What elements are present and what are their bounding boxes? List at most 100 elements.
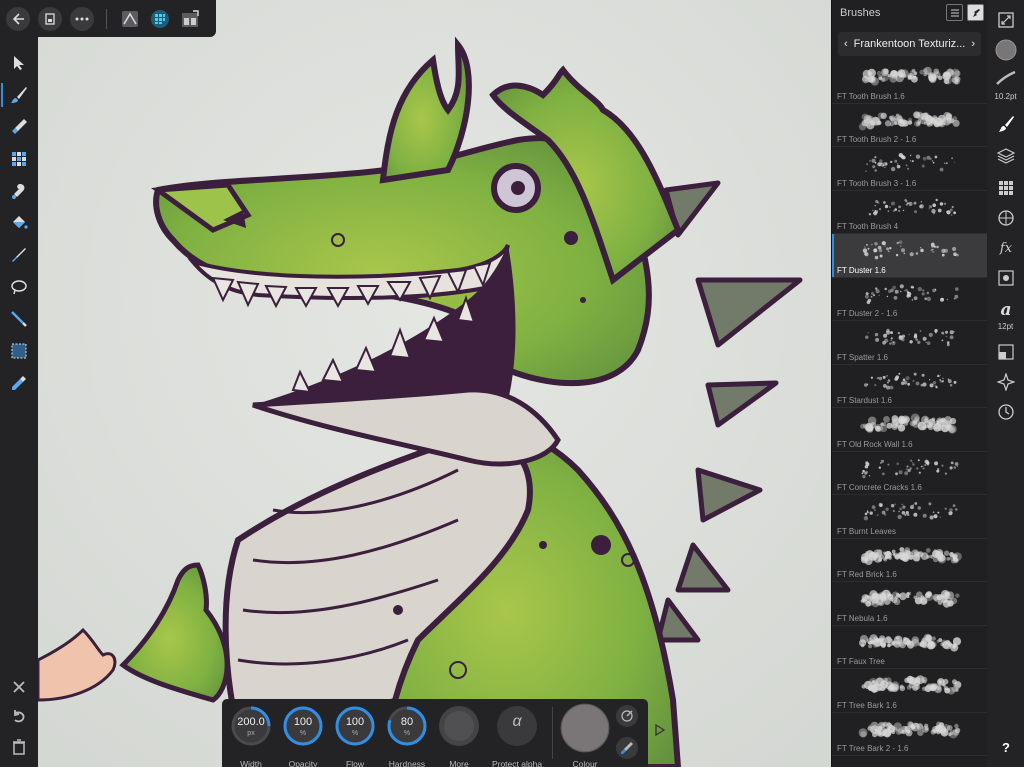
hardness-unit: %	[403, 730, 411, 737]
brush-stroke-preview	[862, 66, 961, 86]
pin-icon[interactable]	[967, 4, 984, 21]
drawing-canvas[interactable]	[38, 0, 831, 767]
more-control[interactable]: More	[434, 703, 484, 767]
brush-name: FT Stardust 1.6	[837, 396, 892, 405]
chevron-right-icon[interactable]: ›	[971, 38, 975, 50]
swatches-grid-icon[interactable]	[994, 176, 1018, 200]
opacity-control[interactable]: 100 % Opacity	[278, 703, 328, 767]
back-arrow-icon[interactable]	[6, 6, 30, 31]
brush-item[interactable]: FT Tooth Brush 1.6	[832, 60, 987, 104]
help-icon[interactable]: ?	[994, 735, 1018, 759]
brush-item[interactable]: FT Spatter 1.6	[832, 321, 987, 365]
layers-icon[interactable]	[994, 144, 1018, 168]
colour-picker-icon[interactable]	[616, 737, 638, 759]
hardness-control[interactable]: 80 % Hardness	[382, 703, 432, 767]
hardness-value: 80	[400, 716, 414, 728]
top-toolbar	[0, 0, 216, 37]
brush-name: FT Duster 2 - 1.6	[837, 309, 898, 318]
panel-title: Brushes	[840, 7, 881, 19]
compass-icon[interactable]	[994, 370, 1018, 394]
chevron-left-icon[interactable]: ‹	[844, 38, 848, 50]
brush-stroke-preview	[861, 458, 959, 478]
width-control[interactable]: 200.0 px Width	[226, 703, 276, 767]
colour-swatch-icon[interactable]	[994, 38, 1018, 62]
brush-item[interactable]: FT Tree Bark 1.6	[832, 669, 987, 713]
export-persona-icon[interactable]	[179, 8, 201, 30]
text-style-icon[interactable]: a	[994, 298, 1018, 322]
brushes-panel: Brushes ‹ Frankentoon Texturiz... › FT T…	[831, 0, 987, 767]
protect-alpha-control[interactable]: α Protect alpha	[492, 703, 542, 767]
adjustments-icon[interactable]	[994, 206, 1018, 230]
flow-control[interactable]: 100 % Flow	[330, 703, 380, 767]
eyedropper-icon[interactable]	[7, 371, 31, 395]
context-separator	[552, 707, 553, 759]
brush-category-selector[interactable]: ‹ Frankentoon Texturiz... ›	[838, 32, 981, 56]
category-label: Frankentoon Texturiz...	[853, 38, 966, 50]
brush-modifier-icon[interactable]	[616, 705, 638, 727]
erase-brush-icon[interactable]	[7, 115, 31, 139]
brush-stroke-preview	[860, 546, 962, 565]
brush-name: FT Tooth Brush 2 - 1.6	[837, 135, 917, 144]
colour-control[interactable]: Colour	[560, 703, 610, 767]
colour-label: Colour	[572, 759, 598, 767]
transform-icon[interactable]	[994, 340, 1018, 364]
brush-name: FT Tooth Brush 1.6	[837, 91, 905, 101]
brush-stroke-preview	[862, 240, 959, 260]
freehand-selection-icon[interactable]	[7, 275, 31, 299]
brush-item[interactable]: FT Nebula 1.6	[832, 582, 987, 626]
color-picker-brush-icon[interactable]	[7, 243, 31, 267]
brush-name: FT Tooth Brush 4	[837, 222, 899, 231]
undo-icon[interactable]	[7, 705, 31, 729]
protect-alpha-label: Protect alpha	[491, 759, 543, 767]
brush-stroke-icon[interactable]	[994, 66, 1018, 90]
close-icon[interactable]	[7, 675, 31, 699]
toolbar-separator	[106, 8, 107, 29]
brush-item[interactable]: FT Tooth Brush 4	[832, 191, 987, 234]
flood-fill-icon[interactable]	[7, 211, 31, 235]
brush-item[interactable]: FT Duster 2 - 1.6	[832, 278, 987, 321]
trash-icon[interactable]	[7, 735, 31, 759]
photo-persona-icon[interactable]	[119, 8, 141, 30]
context-toolbar: 200.0 px Width 100 % Opacity 100 % Flow …	[222, 699, 648, 767]
brush-studio-icon[interactable]	[994, 112, 1018, 136]
brush-item[interactable]: FT Faux Tree	[832, 626, 987, 669]
pixel-persona-icon[interactable]	[149, 8, 171, 30]
brush-item[interactable]: FT Burnt Leaves	[832, 495, 987, 539]
brush-item[interactable]: FT Tree Bark 2 - 1.6	[832, 713, 987, 756]
brush-item[interactable]: FT Red Brick 1.6	[832, 539, 987, 582]
brush-item[interactable]: FT Tooth Brush 3 - 1.6	[832, 147, 987, 191]
history-icon[interactable]	[994, 400, 1018, 424]
brush-name: FT Tree Bark 1.6	[837, 700, 897, 710]
move-tool-icon[interactable]	[7, 51, 31, 75]
paint-brush-icon[interactable]	[1, 83, 31, 107]
opacity-unit: %	[299, 730, 307, 737]
brush-item[interactable]: FT Tooth Brush 2 - 1.6	[832, 104, 987, 147]
brush-item[interactable]: FT Old Rock Wall 1.6	[832, 408, 987, 452]
assets-icon[interactable]	[994, 266, 1018, 290]
fx-icon[interactable]: fx	[994, 236, 1018, 260]
selection-brush-icon[interactable]	[7, 307, 31, 331]
brush-stroke-preview	[864, 372, 957, 390]
expand-arrow-icon[interactable]	[654, 724, 666, 736]
brush-name: FT Red Brick 1.6	[837, 570, 897, 579]
brush-stroke-preview	[861, 675, 962, 695]
brush-name: FT Concrete Cracks 1.6	[837, 483, 922, 492]
brush-name: FT Faux Tree	[837, 657, 885, 666]
brush-stroke-preview	[865, 328, 955, 347]
brush-stroke-preview	[860, 413, 957, 434]
document-icon[interactable]	[38, 6, 62, 31]
smudge-brush-icon[interactable]	[7, 179, 31, 203]
brush-item[interactable]: FT Duster 1.6	[832, 234, 987, 278]
brush-stroke-preview	[859, 633, 962, 652]
brush-stroke-preview	[858, 110, 960, 130]
brush-size-label: 10.2pt	[994, 92, 1017, 101]
marquee-icon[interactable]	[7, 339, 31, 363]
brush-item[interactable]: FT Stardust 1.6	[832, 365, 987, 408]
brush-name: FT Nebula 1.6	[837, 613, 888, 623]
width-unit: px	[247, 730, 255, 737]
list-view-icon[interactable]	[946, 4, 963, 21]
more-icon[interactable]	[70, 6, 94, 31]
navigator-icon[interactable]	[994, 8, 1018, 32]
pixel-grid-icon[interactable]	[7, 147, 31, 171]
brush-item[interactable]: FT Concrete Cracks 1.6	[832, 452, 987, 495]
